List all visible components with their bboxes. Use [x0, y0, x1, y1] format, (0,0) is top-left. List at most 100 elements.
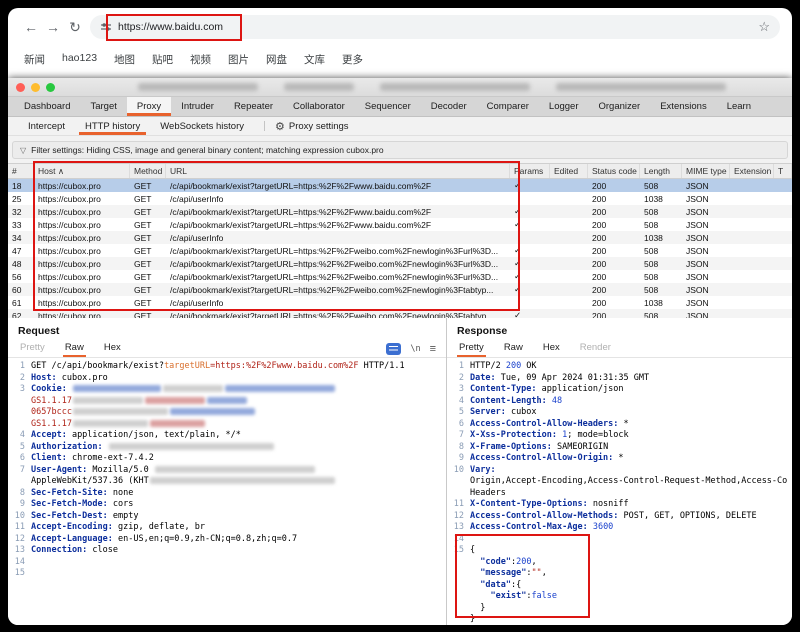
response-tab-raw[interactable]: Raw [502, 340, 525, 357]
main-tab-decoder[interactable]: Decoder [421, 97, 477, 116]
inspector-icon[interactable] [386, 343, 401, 355]
column-header-status-code[interactable]: Status code [588, 164, 640, 178]
code-segment [470, 580, 480, 590]
filter-settings-bar[interactable]: ▽ Filter settings: Hiding CSS, image and… [12, 141, 788, 159]
column-header-mime-type[interactable]: MIME type [682, 164, 730, 178]
main-tab-intruder[interactable]: Intruder [171, 97, 224, 116]
redacted-blur [150, 477, 335, 484]
table-row-33[interactable]: 33https://cubox.proGET/c/api/bookmark/ex… [8, 218, 792, 231]
cell: JSON [682, 207, 730, 217]
main-tab-organizer[interactable]: Organizer [589, 97, 651, 116]
table-row-18[interactable]: 18https://cubox.proGET/c/api/bookmark/ex… [8, 179, 792, 192]
cell: GET [130, 181, 166, 191]
line-content: Host: cubox.pro [31, 373, 108, 385]
close-traffic-light[interactable] [16, 83, 25, 92]
cell: 508 [640, 220, 682, 230]
browser-nav-link-[interactable]: 新闻 [24, 52, 45, 67]
code-segment: "" [531, 568, 541, 578]
minimize-traffic-light[interactable] [31, 83, 40, 92]
bookmark-star-icon[interactable]: ☆ [758, 19, 770, 35]
zoom-traffic-light[interactable] [46, 83, 55, 92]
url-text[interactable]: https://www.baidu.com [118, 21, 223, 33]
line-number: 12 [447, 511, 470, 523]
main-tab-extensions[interactable]: Extensions [650, 97, 716, 116]
cell: https://cubox.pro [34, 272, 130, 282]
filter-settings-text: Filter settings: Hiding CSS, image and g… [31, 145, 383, 155]
browser-nav-link-[interactable]: 地图 [114, 52, 135, 67]
column-header-host[interactable]: Host ∧ [34, 164, 130, 178]
redacted-blur [138, 83, 258, 91]
main-tab-comparer[interactable]: Comparer [477, 97, 539, 116]
main-tab-proxy[interactable]: Proxy [127, 97, 171, 116]
table-row-34[interactable]: 34https://cubox.proGET/c/api/userInfo200… [8, 231, 792, 244]
cell: GET [130, 259, 166, 269]
request-tab-raw[interactable]: Raw [63, 340, 86, 357]
cell: 48 [8, 259, 34, 269]
line-number [447, 591, 470, 603]
browser-nav-link-[interactable]: 网盘 [266, 52, 287, 67]
column-header-length[interactable]: Length [640, 164, 682, 178]
main-tab-collaborator[interactable]: Collaborator [283, 97, 355, 116]
browser-nav-link-[interactable]: 贴吧 [152, 52, 173, 67]
browser-nav-link-[interactable]: 更多 [342, 52, 363, 67]
reload-icon[interactable]: ↻ [64, 20, 86, 34]
browser-nav-link-[interactable]: 视频 [190, 52, 211, 67]
request-tab-pretty[interactable]: Pretty [18, 340, 47, 357]
line-number: 1 [8, 361, 31, 373]
table-row-32[interactable]: 32https://cubox.proGET/c/api/bookmark/ex… [8, 205, 792, 218]
address-bar[interactable]: https://www.baidu.com ☆ [90, 15, 780, 39]
code-segment: Access-Control-Allow-Methods: [470, 511, 618, 521]
code-segment: Date: [470, 373, 496, 383]
cell: GET [130, 298, 166, 308]
forward-icon[interactable]: → [42, 20, 64, 34]
code-line: 14 [8, 557, 446, 569]
table-row-60[interactable]: 60https://cubox.proGET/c/api/bookmark/ex… [8, 283, 792, 296]
request-tab-hex[interactable]: Hex [102, 340, 123, 357]
code-line: } [447, 603, 792, 615]
main-tab-dashboard[interactable]: Dashboard [14, 97, 80, 116]
column-header-edited[interactable]: Edited [550, 164, 588, 178]
code-segment: Sec-Fetch-Mode: [31, 499, 108, 509]
column-header-params[interactable]: Params [510, 164, 550, 178]
redacted-blur [73, 397, 143, 404]
code-segment: Mozilla/5.0 [87, 465, 154, 475]
editor-menu-icon[interactable]: ≡ [430, 343, 436, 355]
table-row-48[interactable]: 48https://cubox.proGET/c/api/bookmark/ex… [8, 257, 792, 270]
browser-nav-link-[interactable]: 文库 [304, 52, 325, 67]
response-tab-pretty[interactable]: Pretty [457, 340, 486, 357]
column-header-method[interactable]: Method [130, 164, 166, 178]
cell: 1038 [640, 233, 682, 243]
main-tab-sequencer[interactable]: Sequencer [355, 97, 421, 116]
table-row-47[interactable]: 47https://cubox.proGET/c/api/bookmark/ex… [8, 244, 792, 257]
column-header-t[interactable]: T [774, 164, 792, 178]
site-settings-icon[interactable] [100, 21, 112, 33]
response-body[interactable]: 1HTTP/2 200 OK2Date: Tue, 09 Apr 2024 01… [447, 358, 792, 625]
table-row-61[interactable]: 61https://cubox.proGET/c/api/userInfo200… [8, 296, 792, 309]
response-tab-hex[interactable]: Hex [541, 340, 562, 357]
browser-nav-link-hao123[interactable]: hao123 [62, 52, 97, 67]
proxy-settings-button[interactable]: ⚙ Proxy settings [275, 117, 349, 135]
cell: https://cubox.pro [34, 285, 130, 295]
column-header-[interactable]: # [8, 164, 34, 178]
sub-tab-intercept[interactable]: Intercept [18, 117, 75, 135]
response-tab-render[interactable]: Render [578, 340, 613, 357]
main-tab-repeater[interactable]: Repeater [224, 97, 283, 116]
code-segment: targetURL [164, 361, 210, 371]
browser-nav-link-[interactable]: 图片 [228, 52, 249, 67]
redacted-blur [284, 83, 354, 91]
main-tab-learn[interactable]: Learn [717, 97, 761, 116]
newline-toggle-icon[interactable]: \n [410, 344, 420, 354]
sub-tab-http-history[interactable]: HTTP history [75, 117, 150, 135]
line-content: Accept: application/json, text/plain, */… [31, 430, 241, 442]
back-icon[interactable]: ← [20, 20, 42, 34]
sub-tab-websockets-history[interactable]: WebSockets history [150, 117, 254, 135]
table-row-56[interactable]: 56https://cubox.proGET/c/api/bookmark/ex… [8, 270, 792, 283]
column-header-extension[interactable]: Extension [730, 164, 774, 178]
main-tab-target[interactable]: Target [80, 97, 126, 116]
request-body[interactable]: 1GET /c/api/bookmark/exist?targetURL=htt… [8, 358, 446, 580]
column-header-url[interactable]: URL [166, 164, 510, 178]
table-row-25[interactable]: 25https://cubox.proGET/c/api/userInfo200… [8, 192, 792, 205]
code-line: AppleWebKit/537.36 (KHT [8, 476, 446, 488]
main-tab-logger[interactable]: Logger [539, 97, 589, 116]
code-line: 13Connection: close [8, 545, 446, 557]
